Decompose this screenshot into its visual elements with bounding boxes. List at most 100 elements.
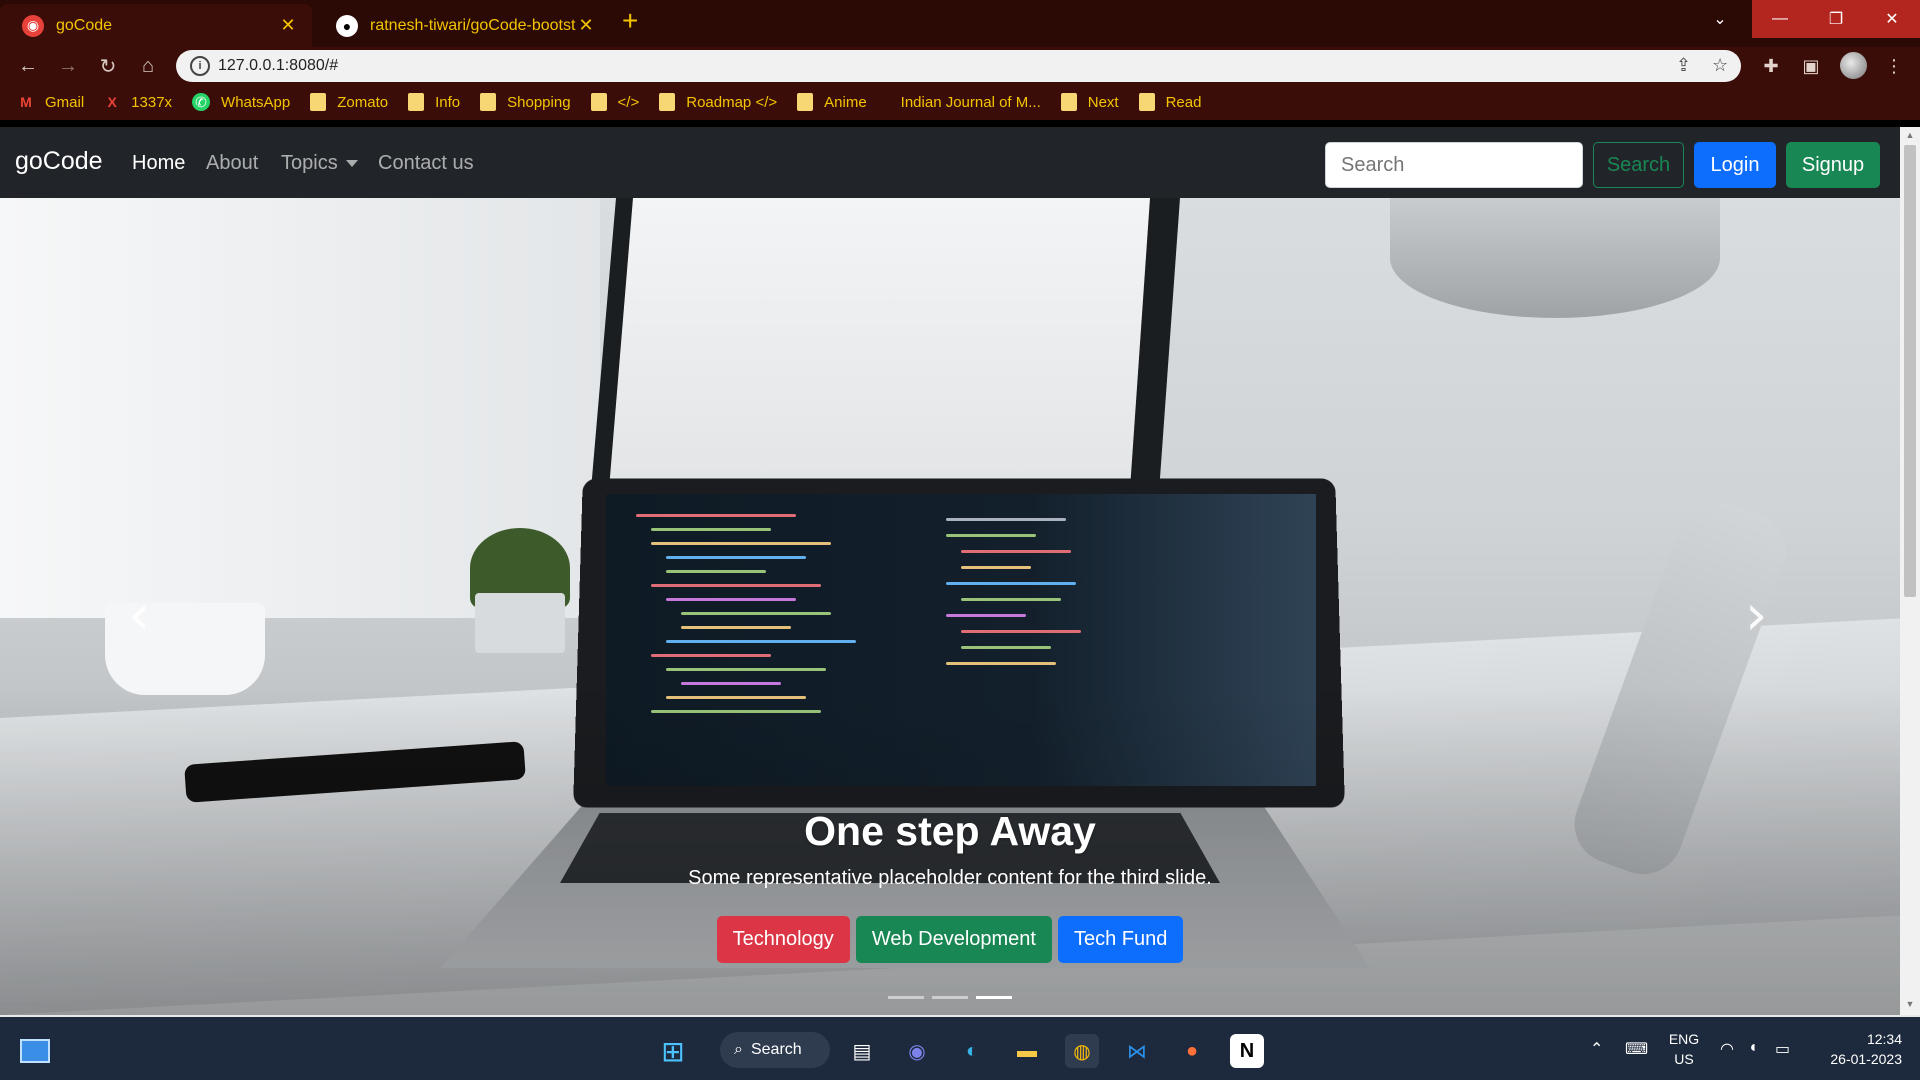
page-scrollbar[interactable]: ▲ ▼ bbox=[1900, 127, 1920, 1015]
date-label: 26-01-2023 bbox=[1830, 1051, 1902, 1067]
slide-indicator-2[interactable] bbox=[932, 996, 968, 999]
scroll-down-icon[interactable]: ▼ bbox=[1900, 999, 1920, 1009]
bookmark-whatsapp[interactable]: ✆ WhatsApp bbox=[192, 93, 290, 111]
clock[interactable]: 12:34 26-01-2023 bbox=[1812, 1029, 1902, 1069]
close-window-button[interactable]: ✕ bbox=[1864, 0, 1920, 38]
chat-icon[interactable]: ◉ bbox=[900, 1034, 934, 1068]
caret-down-icon bbox=[345, 160, 358, 168]
widgets-icon[interactable] bbox=[20, 1039, 50, 1063]
brand-logo[interactable]: goCode bbox=[15, 147, 103, 176]
bookmark-label: </> bbox=[617, 93, 640, 111]
start-icon[interactable]: ⊞ bbox=[656, 1034, 690, 1068]
taskbar-search-label: Search bbox=[750, 1041, 802, 1058]
scroll-thumb[interactable] bbox=[1904, 145, 1916, 597]
web-development-button[interactable]: Web Development bbox=[855, 916, 1052, 963]
nav-home[interactable]: Home bbox=[132, 152, 185, 175]
bookmark-label: Gmail bbox=[45, 93, 85, 111]
bookmark-gmail[interactable]: M Gmail bbox=[18, 93, 84, 111]
bookmark-read[interactable]: Read bbox=[1138, 93, 1202, 111]
tab-search-icon[interactable]: ⌄ bbox=[1692, 0, 1748, 38]
search-input[interactable] bbox=[1325, 142, 1583, 188]
signup-button[interactable]: Signup bbox=[1786, 142, 1880, 188]
share-icon[interactable]: ⇪ bbox=[1676, 55, 1691, 76]
time-label: 12:34 bbox=[1866, 1031, 1902, 1047]
home-icon[interactable]: ⌂ bbox=[134, 53, 162, 79]
gocode-favicon-icon: ◉ bbox=[22, 14, 44, 37]
carousel-indicators bbox=[0, 996, 1900, 999]
close-tab-icon[interactable]: ✕ bbox=[576, 15, 596, 36]
address-bar[interactable]: i 127.0.0.1:8080/# ⇪ ☆ bbox=[176, 50, 1741, 82]
slide-indicator-3[interactable] bbox=[976, 996, 1012, 999]
search-button[interactable]: Search bbox=[1593, 142, 1684, 188]
minimize-button[interactable]: — bbox=[1752, 0, 1808, 38]
back-icon[interactable]: ← bbox=[14, 53, 42, 79]
nav-about[interactable]: About bbox=[206, 152, 258, 175]
tab-github[interactable]: ● ratnesh-tiwari/goCode-bootstrap ✕ bbox=[314, 4, 610, 47]
bookmark-zomato[interactable]: Zomato bbox=[310, 93, 388, 111]
carousel-caption: One step Away Some representative placeh… bbox=[0, 808, 1900, 890]
menu-icon[interactable]: ⋮ bbox=[1880, 52, 1908, 80]
bookmark-label: 1337x bbox=[131, 93, 173, 111]
profile-avatar[interactable] bbox=[1840, 52, 1867, 79]
new-tab-button[interactable]: + bbox=[622, 6, 638, 36]
slide-title: One step Away bbox=[804, 808, 1096, 854]
keyboard-icon[interactable]: ⌨ bbox=[1625, 1039, 1648, 1059]
close-tab-icon[interactable]: ✕ bbox=[278, 15, 298, 36]
technology-button[interactable]: Technology bbox=[716, 916, 850, 963]
bookmark-info[interactable]: Info bbox=[408, 93, 460, 111]
carousel-prev-icon[interactable]: ‹ bbox=[128, 583, 150, 648]
bookmark-roadmap[interactable]: Roadmap </> bbox=[659, 93, 777, 111]
nav-topics-label: Topics bbox=[281, 152, 338, 174]
bookmark-label: Indian Journal of M... bbox=[900, 93, 1041, 111]
bookmark-next[interactable]: Next bbox=[1060, 93, 1119, 111]
tab-gocode[interactable]: ◉ goCode ✕ bbox=[0, 4, 312, 47]
bookmark-label: Zomato bbox=[337, 93, 389, 111]
taskbar-search[interactable]: ⌕ Search bbox=[720, 1032, 830, 1068]
tab-strip: ◉ goCode ✕ ● ratnesh-tiwari/goCode-boots… bbox=[0, 0, 1920, 47]
scroll-up-icon[interactable]: ▲ bbox=[1900, 130, 1920, 140]
restore-button[interactable]: ❐ bbox=[1808, 0, 1864, 38]
notion-icon[interactable]: N bbox=[1230, 1034, 1264, 1068]
carousel-overlay bbox=[0, 198, 1900, 1015]
hero-carousel: ‹ › One step Away Some representative pl… bbox=[0, 198, 1900, 1015]
tech-fund-button[interactable]: Tech Fund bbox=[1057, 916, 1184, 963]
x-icon: X bbox=[107, 94, 117, 110]
bookmark-indian-journal[interactable]: Indian Journal of M... bbox=[901, 94, 1041, 111]
side-panel-icon[interactable]: ▣ bbox=[1797, 52, 1825, 80]
bookmark-label: Roadmap </> bbox=[686, 93, 778, 111]
bookmark-anime[interactable]: Anime bbox=[797, 93, 867, 111]
firefox-icon[interactable]: ● bbox=[1175, 1034, 1209, 1068]
bookmark-1337x[interactable]: X 1337x bbox=[104, 93, 173, 111]
forward-icon[interactable]: → bbox=[54, 53, 82, 79]
windows-taskbar: ⊞ ⌕ Search ▤ ◉ ◐ ▬ ◍ ⋈ ● N ⌃ ⌨ ENG US ◠ ◖ … bbox=[0, 1015, 1920, 1080]
extensions-icon[interactable]: ✚ bbox=[1757, 52, 1785, 80]
site-navbar: goCode Home About Topics Contact us Sear… bbox=[0, 127, 1900, 198]
bookmark-star-icon[interactable]: ☆ bbox=[1712, 55, 1728, 76]
reload-icon[interactable]: ↻ bbox=[94, 53, 122, 79]
chrome-icon[interactable]: ◍ bbox=[1065, 1034, 1099, 1068]
battery-icon[interactable]: ▭ bbox=[1775, 1039, 1790, 1059]
folder-icon bbox=[480, 93, 497, 111]
folder-icon bbox=[590, 93, 607, 111]
carousel-next-icon[interactable]: › bbox=[1745, 583, 1767, 648]
wifi-icon[interactable]: ◠ bbox=[1720, 1039, 1734, 1059]
task-view-icon[interactable]: ▤ bbox=[845, 1034, 879, 1068]
volume-icon[interactable]: ◖ bbox=[1748, 1039, 1758, 1057]
bookmark-label: Info bbox=[435, 93, 461, 111]
edge-icon[interactable]: ◐ bbox=[955, 1034, 989, 1068]
file-explorer-icon[interactable]: ▬ bbox=[1010, 1034, 1044, 1068]
nav-topics-dropdown[interactable]: Topics bbox=[281, 152, 358, 175]
bookmark-shopping[interactable]: Shopping bbox=[480, 93, 571, 111]
site-info-icon[interactable]: i bbox=[190, 56, 210, 76]
folder-icon bbox=[310, 93, 327, 111]
login-button[interactable]: Login bbox=[1694, 142, 1776, 188]
nav-contact[interactable]: Contact us bbox=[378, 152, 474, 175]
bookmark-label: Read bbox=[1165, 93, 1202, 111]
bookmark-label: Shopping bbox=[507, 93, 571, 111]
language-indicator[interactable]: ENG US bbox=[1667, 1029, 1701, 1069]
vscode-icon[interactable]: ⋈ bbox=[1120, 1034, 1154, 1068]
bookmark-code[interactable]: </> bbox=[590, 93, 640, 111]
region-label: US bbox=[1674, 1051, 1694, 1067]
chevron-up-icon[interactable]: ⌃ bbox=[1590, 1039, 1603, 1059]
slide-indicator-1[interactable] bbox=[888, 996, 924, 999]
